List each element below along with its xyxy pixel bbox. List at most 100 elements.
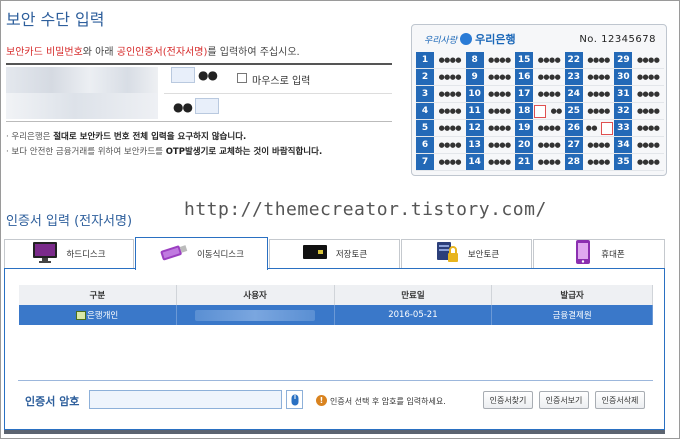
divider bbox=[18, 380, 653, 381]
card-cell-number: 19 bbox=[515, 120, 534, 136]
card-cell-number: 35 bbox=[614, 154, 633, 170]
card-cell: 19 ●●●● bbox=[515, 120, 565, 136]
column-header: 만료일 bbox=[333, 285, 493, 305]
card-cell-digits: ●●●● bbox=[636, 107, 660, 115]
card-cell-number: 9 bbox=[465, 69, 484, 85]
card-cell-number: 6 bbox=[416, 137, 434, 153]
card-cell-number: 20 bbox=[515, 137, 534, 153]
card-cell: 22 ●●●● bbox=[564, 52, 615, 68]
virtual-keyboard-button[interactable] bbox=[286, 390, 303, 409]
card-cell-digits: ●●●● bbox=[438, 73, 462, 81]
card-cell: 12 ●●●● bbox=[465, 120, 516, 136]
card-cell-digits: ●●●● bbox=[587, 158, 610, 166]
warning-icon: ! bbox=[316, 395, 327, 406]
watermark: http://themecreator.tistory.com/ bbox=[184, 199, 547, 220]
card-number: No. 12345678 bbox=[579, 34, 656, 45]
card-code-grid: 1 ●●●● 8 ●●●● 15 ●●●● 22 ●●●● 29 ●●●● 2 ●●●● 9 ●●●● 16… bbox=[416, 52, 664, 171]
card-cell-digits: ●●●● bbox=[438, 141, 462, 149]
card-cell-digits: ●●●● bbox=[537, 73, 561, 81]
card-cell-digits: ●●●● bbox=[488, 141, 511, 149]
cert-password-input[interactable] bbox=[89, 390, 282, 409]
usb-drive-icon bbox=[159, 241, 189, 267]
card-cell-number: 24 bbox=[564, 86, 583, 102]
card-cell: 10 ●●●● bbox=[465, 86, 516, 102]
card-cell-digits: ●●●● bbox=[438, 158, 462, 166]
card-cell: 28 ●●●● bbox=[564, 154, 615, 170]
card-cell: 17 ●●●● bbox=[515, 86, 565, 102]
security-input-instruction: 보안카드 비밀번호와 아래 공인인증서(전자서명)를 입력하여 주십시오. bbox=[6, 47, 300, 58]
card-code-input-2[interactable] bbox=[195, 98, 219, 114]
card-code-input-1[interactable] bbox=[171, 67, 195, 83]
card-cell-number: 12 bbox=[465, 120, 484, 136]
tab-security-token[interactable]: 보안토큰 bbox=[401, 239, 532, 269]
card-cell: 32 ●●●● bbox=[614, 103, 664, 119]
mouse-input-label: 마우스로 입력 bbox=[252, 76, 311, 87]
card-cell-number: 27 bbox=[564, 137, 583, 153]
card-cell-number: 33 bbox=[614, 120, 633, 136]
card-cell: 35 ●●●● bbox=[614, 154, 664, 170]
media-tabs: 하드디스크 이동식디스크 저장토큰 보안토큰 휴대폰 bbox=[4, 237, 665, 270]
card-cell: 27 ●●●● bbox=[564, 137, 615, 153]
cert-user-cell bbox=[176, 305, 335, 325]
view-cert-button[interactable]: 인증서보기 bbox=[539, 391, 589, 409]
certificate-panel: 구분 사용자 만료일 발급자 은행개인 2016-05-21 금융결제원 인증서… bbox=[4, 268, 665, 430]
card-cell-digits: ●●●● bbox=[587, 56, 610, 64]
card-cell-number: 5 bbox=[416, 120, 434, 136]
card-cell: 4 ●●●● bbox=[416, 103, 466, 119]
find-cert-button[interactable]: 인증서찾기 bbox=[483, 391, 533, 409]
card-grid-row: 3 ●●●● 10 ●●●● 17 ●●●● 24 ●●●● 31 ●●●● bbox=[416, 86, 664, 103]
card-cell-digits: ●●●● bbox=[537, 56, 561, 64]
card-cell: 34 ●●●● bbox=[614, 137, 664, 153]
bank-logo: 우리사랑 우리은행 bbox=[424, 33, 516, 46]
table-row[interactable]: 은행개인 2016-05-21 금융결제원 bbox=[18, 305, 653, 325]
card-cell-number: 8 bbox=[465, 52, 484, 68]
card-grid-row: 2 ●●●● 9 ●●●● 16 ●●●● 23 ●●●● 30 ●●●● bbox=[416, 69, 664, 86]
card-cell-number: 29 bbox=[614, 52, 633, 68]
delete-cert-button[interactable]: 인증서삭제 bbox=[595, 391, 645, 409]
security-input-title: 보안 수단 입력 bbox=[6, 10, 105, 29]
card-cell-digits: ●●●● bbox=[488, 158, 511, 166]
card-cell-digits: ●●●● bbox=[488, 124, 511, 132]
card-cell-number: 30 bbox=[614, 69, 633, 85]
cert-password-label: 인증서 암호 bbox=[25, 395, 80, 408]
card-digit-highlight bbox=[601, 122, 614, 135]
card-cell-digits: ●●●● bbox=[438, 90, 462, 98]
tab-mobile-phone[interactable]: 휴대폰 bbox=[533, 239, 665, 269]
card-cell-number: 16 bbox=[515, 69, 534, 85]
card-cell-digits: ●●●● bbox=[438, 107, 462, 115]
column-header: 사용자 bbox=[175, 285, 335, 305]
card-cell: 13 ●●●● bbox=[465, 137, 516, 153]
password-hint: 인증서 선택 후 암호를 입력하세요. bbox=[330, 397, 446, 406]
notice-line-1: · 우리은행은 절대로 보안카드 번호 전체 입력을 요구하지 않습니다. bbox=[6, 132, 247, 142]
card-grid-row: 7 ●●●● 14 ●●●● 21 ●●●● 28 ●●●● 35 ●●●● bbox=[416, 154, 664, 171]
card-cell-number: 17 bbox=[515, 86, 534, 102]
card-grid-row: 4 ●●●● 11 ●●●● 18 ●● 25 ●●●● 32 ●●●● bbox=[416, 103, 664, 120]
card-cell-number: 10 bbox=[465, 86, 484, 102]
mouse-input-checkbox[interactable] bbox=[237, 73, 247, 83]
column-header: 발급자 bbox=[491, 285, 653, 305]
divider bbox=[6, 121, 392, 122]
certificate-icon bbox=[75, 311, 86, 320]
card-grid-row: 5 ●●●● 12 ●●●● 19 ●●●● 26 ●● 33 ●●●● bbox=[416, 120, 664, 137]
card-cell-digits: ●●●● bbox=[537, 124, 561, 132]
tab-removable-disk[interactable]: 이동식디스크 bbox=[135, 237, 268, 270]
bottom-bar bbox=[4, 430, 665, 434]
card-cell-number: 21 bbox=[515, 154, 534, 170]
tab-storage-token[interactable]: 저장토큰 bbox=[269, 239, 400, 269]
token-icon bbox=[302, 242, 328, 266]
card-cell-number: 3 bbox=[416, 86, 434, 102]
card-cell-digits: ●●●● bbox=[587, 141, 610, 149]
card-cell-number: 18 bbox=[515, 103, 534, 119]
card-cell-digits: ●● bbox=[533, 103, 565, 119]
card-cell-number: 23 bbox=[564, 69, 583, 85]
card-cell-number: 26 bbox=[564, 120, 583, 136]
card-cell-digits: ●●●● bbox=[488, 90, 511, 98]
card-cell-number: 22 bbox=[564, 52, 583, 68]
card-cell-number: 15 bbox=[515, 52, 534, 68]
card-cell: 1 ●●●● bbox=[416, 52, 466, 68]
card-cell-number: 28 bbox=[564, 154, 583, 170]
card-cell-digits: ●●●● bbox=[587, 107, 610, 115]
card-cell-digits: ●●●● bbox=[488, 73, 511, 81]
security-card: 우리사랑 우리은행 No. 12345678 1 ●●●● 8 ●●●● 15 ●●●● 22… bbox=[411, 24, 667, 176]
tab-hard-disk[interactable]: 하드디스크 bbox=[4, 239, 134, 269]
